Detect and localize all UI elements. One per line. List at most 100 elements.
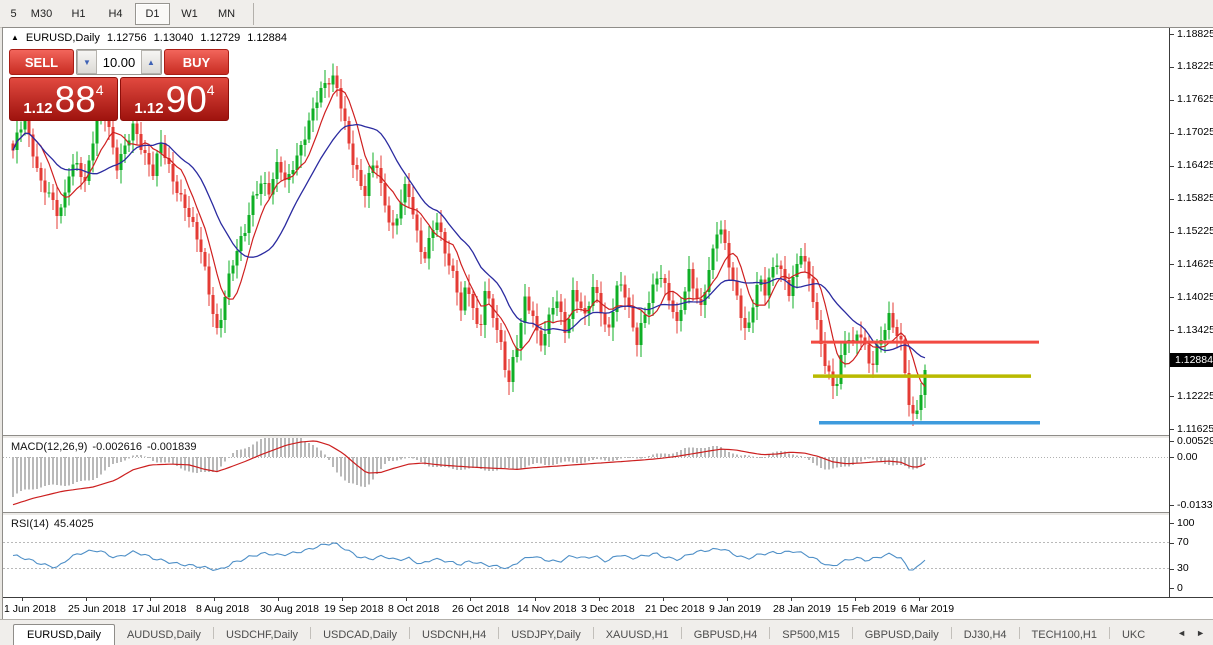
symbol-tab-eurusd[interactable]: EURUSD,Daily [13, 624, 115, 645]
volume-control: ▼ 10.00 ▲ [76, 49, 162, 75]
macd-value-signal: -0.001839 [147, 441, 197, 453]
timeframe-button-mn[interactable]: MN [209, 3, 244, 25]
date-label: 19 Sep 2018 [324, 603, 384, 615]
symbol-tab-xauusd[interactable]: XAUUSD,H1 [594, 625, 681, 645]
axis-tick-mark [1170, 543, 1174, 544]
price-tick-label: 1.16425 [1177, 159, 1213, 171]
axis-tick-mark [1170, 232, 1174, 233]
symbol-tab-usdcnh[interactable]: USDCNH,H4 [410, 625, 498, 645]
axis-tick-mark [1170, 396, 1174, 397]
rsi-level-lines [3, 543, 1169, 569]
price-tick-label: 1.15825 [1177, 192, 1213, 204]
axis-tick-mark [1170, 34, 1174, 35]
symbol-tab-dj30[interactable]: DJ30,H4 [952, 625, 1019, 645]
symbol-tab-audusd[interactable]: AUDUSD,Daily [115, 625, 213, 645]
macd-pane[interactable]: MACD(12,26,9)-0.002616-0.001839 [3, 438, 1169, 512]
symbol-tab-gbpusd[interactable]: GBPUSD,H4 [682, 625, 770, 645]
sell-price-pip: 4 [96, 83, 104, 97]
date-label: 9 Jan 2019 [709, 603, 761, 615]
date-tick-mark [855, 598, 856, 601]
symbol-tab-sp500[interactable]: SP500,M15 [770, 625, 851, 645]
date-label: 17 Jul 2018 [132, 603, 186, 615]
timeframe-buttons: 5M30H1H4D1W1MN [0, 0, 245, 27]
price-tick-label: 1.11625 [1177, 423, 1213, 435]
timeframe-button-h4[interactable]: H4 [98, 3, 133, 25]
price-tick-label: 1.14625 [1177, 258, 1213, 270]
sell-button[interactable]: SELL [9, 49, 74, 75]
volume-increase-button[interactable]: ▲ [141, 50, 161, 74]
price-tick-label: 1.17625 [1177, 93, 1213, 105]
timeframe-button-5[interactable]: 5 [5, 3, 22, 25]
price-tick-label: 1.17025 [1177, 126, 1213, 138]
date-label: 25 Jun 2018 [68, 603, 126, 615]
rsi-axis-label: 70 [1177, 536, 1189, 548]
rsi-axis-label: 100 [1177, 517, 1195, 529]
ma-fast-line [13, 90, 925, 387]
main-price-pane[interactable]: ▲ EURUSD,Daily 1.12756 1.13040 1.12729 1… [3, 28, 1169, 435]
symbol-tab-usdjpy[interactable]: USDJPY,Daily [499, 625, 593, 645]
axis-tick-mark [1170, 505, 1174, 506]
chart-ohlc-header: ▲ EURUSD,Daily 1.12756 1.13040 1.12729 1… [11, 32, 287, 44]
rsi-axis-label: 0 [1177, 582, 1183, 594]
date-label: 8 Aug 2018 [196, 603, 249, 615]
rsi-axis-label: 30 [1177, 562, 1189, 574]
buy-price-panel[interactable]: 1.12 90 4 [120, 77, 229, 121]
axis-tick-mark [1170, 100, 1174, 101]
macd-value-main: -0.002616 [92, 441, 142, 453]
tabs-scroll-right-icon[interactable]: ► [1194, 626, 1207, 640]
timeframe-toolbar: 5M30H1H4D1W1MN [0, 0, 1213, 28]
date-label: 26 Oct 2018 [452, 603, 509, 615]
date-tick-mark [470, 598, 471, 601]
current-price-badge: 1.12884 [1170, 353, 1213, 367]
axis-tick-mark [1170, 133, 1174, 134]
date-tick-mark [214, 598, 215, 601]
sell-price-panel[interactable]: 1.12 88 4 [9, 77, 118, 121]
date-label: 15 Feb 2019 [837, 603, 896, 615]
symbol-tab-tech100[interactable]: TECH100,H1 [1020, 625, 1109, 645]
date-label: 14 Nov 2018 [517, 603, 577, 615]
timeframe-button-m30[interactable]: M30 [24, 3, 59, 25]
toolbar-separator [253, 3, 254, 25]
date-tick-mark [663, 598, 664, 601]
chart-window: ▲ EURUSD,Daily 1.12756 1.13040 1.12729 1… [2, 27, 1213, 620]
date-tick-mark [727, 598, 728, 601]
symbol-tabbar: EURUSD,DailyAUDUSD,DailyUSDCHF,DailyUSDC… [0, 619, 1213, 645]
symbol-tab-usdcad[interactable]: USDCAD,Daily [311, 625, 409, 645]
tabs-scroll-left-icon[interactable]: ◄ [1175, 626, 1188, 640]
timeframe-button-w1[interactable]: W1 [172, 3, 207, 25]
rsi-value: 45.4025 [54, 518, 94, 530]
price-tick-label: 1.18225 [1177, 60, 1213, 72]
rsi-name: RSI(14) [11, 518, 49, 530]
buy-button[interactable]: BUY [164, 49, 229, 75]
open-value: 1.12756 [107, 32, 147, 44]
volume-decrease-button[interactable]: ▼ [77, 50, 97, 74]
axis-tick-mark [1170, 67, 1174, 68]
date-tick-mark [150, 598, 151, 601]
date-tick-mark [535, 598, 536, 601]
macd-axis-label: 0.005294 [1177, 435, 1213, 447]
axis-tick-mark [1170, 523, 1174, 524]
date-tick-mark [406, 598, 407, 601]
timeframe-button-d1[interactable]: D1 [135, 3, 170, 25]
buy-price-pip: 4 [207, 83, 215, 97]
high-value: 1.13040 [154, 32, 194, 44]
axis-tick-mark [1170, 569, 1174, 570]
price-tick-label: 1.18825 [1177, 28, 1213, 40]
axis-tick-mark [1170, 441, 1174, 442]
volume-input[interactable]: 10.00 [97, 50, 141, 74]
close-value: 1.12884 [247, 32, 287, 44]
symbol-tab-ukc[interactable]: UKC [1110, 625, 1157, 645]
axis-tick-mark [1170, 588, 1174, 589]
price-axis[interactable]: 1.12884 1.18825 1.18225 1.17625 1.17025 1.16… [1169, 28, 1213, 597]
macd-axis-label: -0.013353 [1177, 499, 1213, 511]
timeframe-button-h1[interactable]: H1 [61, 3, 96, 25]
tab-scroll-controls: ◄► [1175, 620, 1213, 645]
symbol-tab-gbpusd[interactable]: GBPUSD,Daily [853, 625, 951, 645]
symbol-tab-usdchf[interactable]: USDCHF,Daily [214, 625, 310, 645]
rsi-pane[interactable]: RSI(14) 45.4025 [3, 515, 1169, 597]
trading-terminal-window: 5M30H1H4D1W1MN ▲ EURUSD,Daily 1.12756 1.… [0, 0, 1213, 645]
axis-tick-mark [1170, 264, 1174, 265]
date-axis[interactable]: 1 Jun 201825 Jun 201817 Jul 20188 Aug 20… [3, 597, 1213, 620]
axis-tick-mark [1170, 166, 1174, 167]
date-label: 8 Oct 2018 [388, 603, 439, 615]
